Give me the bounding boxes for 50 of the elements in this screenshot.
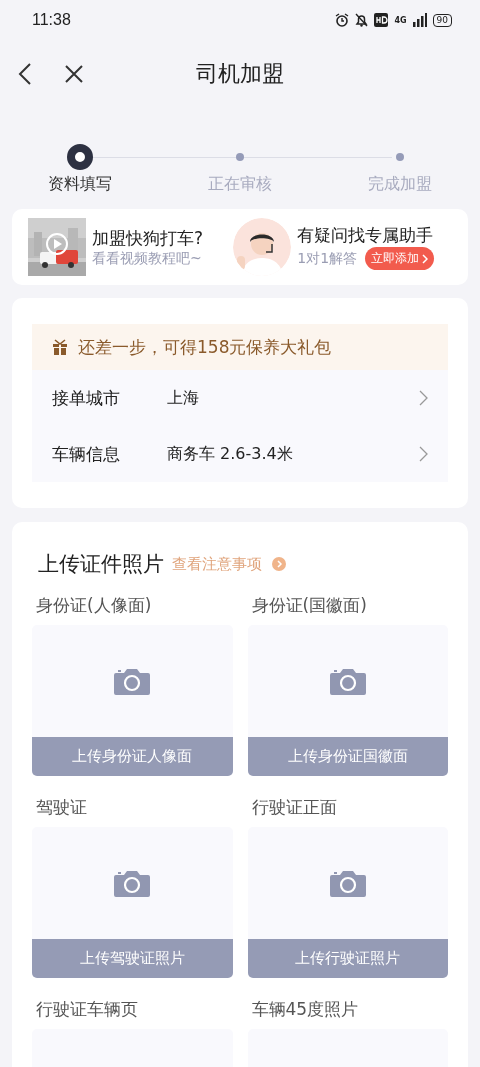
hd-icon (374, 13, 389, 27)
close-icon (64, 64, 84, 84)
section-title: 上传证件照片 (38, 551, 164, 578)
step-label: 完成加盟 (368, 174, 432, 195)
status-time: 11:38 (32, 11, 71, 29)
upload-button[interactable]: 上传身份证人像面 (32, 737, 233, 776)
step-label: 资料填写 (48, 174, 112, 195)
step-label: 正在审核 (208, 174, 272, 195)
promo-title: 有疑问找专属助手 (297, 224, 435, 247)
upload-label: 行驶证正面 (251, 796, 338, 819)
promo-subtitle: 看看视频教程吧~ (92, 249, 202, 268)
chevron-right-icon (419, 446, 428, 462)
battery-indicator: 90 (432, 13, 452, 27)
camera-icon (329, 667, 366, 695)
alarm-icon (335, 13, 350, 27)
promo-title: 加盟快狗打车? (92, 226, 204, 250)
network-label: 4G (394, 15, 407, 25)
row-value: 商务车 2.6-3.4米 (167, 443, 294, 465)
row-label: 接单城市 (52, 386, 121, 410)
upload-area[interactable]: 上传行驶证照片 (247, 827, 448, 978)
chevron-right-icon (419, 390, 428, 406)
row-value: 上海 (167, 387, 200, 409)
promo-subtitle: 1对1解答 (297, 249, 358, 268)
page-title: 司机加盟 (195, 60, 285, 88)
upload-button[interactable]: 上传驾驶证照片 (32, 939, 233, 978)
upload-label: 驾驶证 (36, 796, 88, 819)
upload-label: 身份证(国徽面) (251, 594, 368, 617)
camera-icon (114, 667, 151, 695)
back-icon (18, 62, 32, 86)
info-row[interactable]: 车辆信息 商务车 2.6-3.4米 (32, 426, 448, 482)
gift-icon (52, 339, 68, 355)
signal-icon (412, 13, 427, 27)
upload-area[interactable]: 上传驾驶证照片 (32, 827, 233, 978)
camera-icon (114, 869, 151, 897)
camera-icon (329, 869, 366, 897)
upload-label: 身份证(人像面) (36, 594, 153, 617)
bell-off-icon (355, 13, 369, 27)
notes-link[interactable]: 查看注意事项 (172, 554, 286, 574)
upload-button[interactable]: 上传身份证国徽面 (247, 737, 448, 776)
notice-text: 还差一步，可得158元保养大礼包 (78, 335, 332, 359)
row-label: 车辆信息 (52, 442, 121, 466)
info-row[interactable]: 接单城市 上海 (32, 370, 448, 426)
arrow-circle-icon (272, 557, 286, 571)
upload-label: 车辆45度照片 (251, 998, 360, 1021)
add-button[interactable]: 立即添加 (365, 247, 435, 270)
upload-button[interactable]: 上传行驶证照片 (247, 939, 448, 978)
upload-label: 行驶证车辆页 (36, 998, 139, 1021)
chevron-icon (422, 253, 429, 264)
upload-area[interactable]: 上传身份证国徽面 (247, 625, 448, 776)
upload-area[interactable]: 上传身份证人像面 (32, 625, 233, 776)
